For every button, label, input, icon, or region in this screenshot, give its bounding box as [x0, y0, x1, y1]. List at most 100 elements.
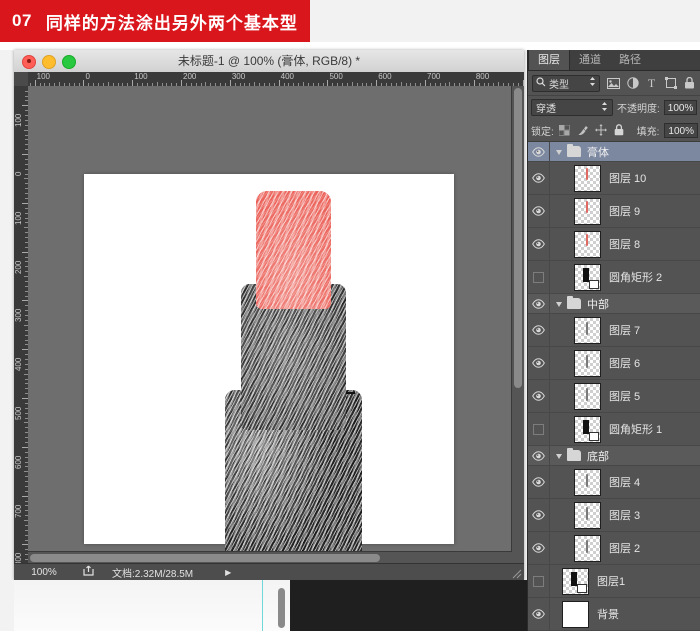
lock-transparent-icon[interactable]: [559, 124, 571, 136]
panel-tab-2[interactable]: 路径: [610, 50, 650, 70]
close-button[interactable]: [22, 55, 36, 69]
layer-row-body[interactable]: 背景: [550, 600, 700, 628]
layer-group-row[interactable]: 底部: [528, 446, 700, 466]
layer-row-body[interactable]: 图层 4: [550, 468, 700, 496]
layer-row-body[interactable]: 圆角矩形 1: [550, 415, 700, 443]
layer-row[interactable]: 圆角矩形 1: [528, 413, 700, 446]
horizontal-ruler[interactable]: 1000100200300400500600700800900: [28, 72, 524, 87]
layer-row[interactable]: 图层 5: [528, 380, 700, 413]
vertical-scrollbar-thumb[interactable]: [514, 88, 522, 388]
layer-row-body[interactable]: 图层 10: [550, 164, 700, 192]
stepper-arrows-icon[interactable]: [589, 76, 596, 90]
share-icon[interactable]: [74, 565, 102, 579]
layer-name: 图层1: [597, 576, 626, 588]
layer-row[interactable]: 图层 8: [528, 228, 700, 261]
layer-thumbnail[interactable]: [574, 501, 601, 529]
ruler-corner[interactable]: [14, 72, 29, 87]
layer-row[interactable]: 图层 6: [528, 347, 700, 380]
status-expand-arrow[interactable]: ▶: [225, 568, 231, 577]
visibility-toggle-on[interactable]: [528, 499, 550, 531]
canvas-vertical-scrollbar[interactable]: [511, 86, 524, 566]
layer-row[interactable]: 图层 10: [528, 162, 700, 195]
visibility-toggle-on[interactable]: [528, 446, 550, 465]
blend-mode-select[interactable]: 穿透: [531, 99, 613, 116]
window-controls[interactable]: [22, 55, 76, 69]
layer-thumbnail[interactable]: [574, 230, 601, 258]
fill-value[interactable]: 100%: [664, 122, 698, 138]
image-filter-icon[interactable]: [607, 77, 620, 90]
layer-thumbnail[interactable]: [574, 316, 601, 344]
layer-row-body[interactable]: 图层 2: [550, 534, 700, 562]
layer-thumbnail[interactable]: [562, 567, 589, 595]
visibility-toggle-on[interactable]: [528, 598, 550, 630]
text-filter-icon[interactable]: T: [645, 76, 658, 90]
layer-row-body[interactable]: 图层 5: [550, 382, 700, 410]
visibility-toggle-on[interactable]: [528, 228, 550, 260]
layer-row-body[interactable]: 图层 6: [550, 349, 700, 377]
artboard[interactable]: [84, 174, 454, 560]
layer-row-body[interactable]: 图层 3: [550, 501, 700, 529]
layer-row-body[interactable]: 中部: [550, 295, 700, 312]
layer-row-body[interactable]: 圆角矩形 2: [550, 263, 700, 291]
stepper-arrows-icon[interactable]: [601, 101, 608, 115]
visibility-toggle-on[interactable]: [528, 195, 550, 227]
layer-thumbnail[interactable]: [574, 349, 601, 377]
visibility-toggle-on[interactable]: [528, 347, 550, 379]
zoom-level[interactable]: 100%: [14, 567, 74, 578]
filter-type-select[interactable]: 类型: [532, 74, 600, 92]
layer-row-body[interactable]: 底部: [550, 447, 700, 464]
background-scrollbar-thumb[interactable]: [278, 588, 285, 628]
layer-row-body[interactable]: 图层 8: [550, 230, 700, 258]
layer-row-body[interactable]: 膏体: [550, 143, 700, 160]
resize-grip[interactable]: [511, 568, 522, 579]
visibility-toggle-on[interactable]: [528, 532, 550, 564]
smart-object-filter-icon[interactable]: [683, 77, 696, 90]
visibility-toggle-on[interactable]: [528, 466, 550, 498]
panel-tab-1[interactable]: 通道: [570, 50, 610, 70]
vertical-ruler[interactable]: 100 0 100 200 300 400 500 600 700 800: [14, 86, 29, 580]
visibility-toggle-on[interactable]: [528, 142, 550, 161]
opacity-value[interactable]: 100%: [663, 100, 698, 115]
layer-row-body[interactable]: 图层1: [550, 567, 700, 595]
shape-filter-icon[interactable]: [664, 77, 677, 90]
layer-row[interactable]: 背景: [528, 598, 700, 631]
lock-position-icon[interactable]: [594, 124, 607, 136]
layer-thumbnail[interactable]: [574, 197, 601, 225]
horizontal-scrollbar-thumb[interactable]: [30, 554, 380, 562]
layer-group-row[interactable]: 中部: [528, 294, 700, 314]
canvas-area[interactable]: [28, 86, 512, 580]
layer-thumbnail[interactable]: [574, 415, 601, 443]
minimize-button[interactable]: [42, 55, 56, 69]
adjustment-filter-icon[interactable]: [626, 77, 639, 90]
layer-thumbnail[interactable]: [574, 534, 601, 562]
visibility-toggle-off[interactable]: [528, 565, 550, 597]
layer-group-row[interactable]: 膏体: [528, 142, 700, 162]
layer-row[interactable]: 图层 7: [528, 314, 700, 347]
panel-tab-0[interactable]: 图层: [528, 50, 570, 70]
visibility-toggle-on[interactable]: [528, 162, 550, 194]
layer-row[interactable]: 圆角矩形 2: [528, 261, 700, 294]
visibility-toggle-on[interactable]: [528, 294, 550, 313]
chevron-down-icon[interactable]: [556, 150, 562, 155]
visibility-toggle-on[interactable]: [528, 314, 550, 346]
layer-row[interactable]: 图层 2: [528, 532, 700, 565]
layer-thumbnail[interactable]: [574, 382, 601, 410]
layer-thumbnail[interactable]: [574, 263, 601, 291]
layer-row[interactable]: 图层 3: [528, 499, 700, 532]
layer-row-body[interactable]: 图层 9: [550, 197, 700, 225]
layer-thumbnail[interactable]: [574, 164, 601, 192]
layer-row[interactable]: 图层 9: [528, 195, 700, 228]
layer-row[interactable]: 图层 4: [528, 466, 700, 499]
layer-row-body[interactable]: 图层 7: [550, 316, 700, 344]
visibility-toggle-off[interactable]: [528, 413, 550, 445]
lock-all-icon[interactable]: [613, 124, 625, 136]
layer-thumbnail[interactable]: [574, 468, 601, 496]
layer-row[interactable]: 图层1: [528, 565, 700, 598]
maximize-button[interactable]: [62, 55, 76, 69]
chevron-down-icon[interactable]: [556, 302, 562, 307]
visibility-toggle-off[interactable]: [528, 261, 550, 293]
visibility-toggle-on[interactable]: [528, 380, 550, 412]
lock-image-icon[interactable]: [577, 124, 589, 136]
chevron-down-icon[interactable]: [556, 454, 562, 459]
layer-thumbnail[interactable]: [562, 600, 589, 628]
